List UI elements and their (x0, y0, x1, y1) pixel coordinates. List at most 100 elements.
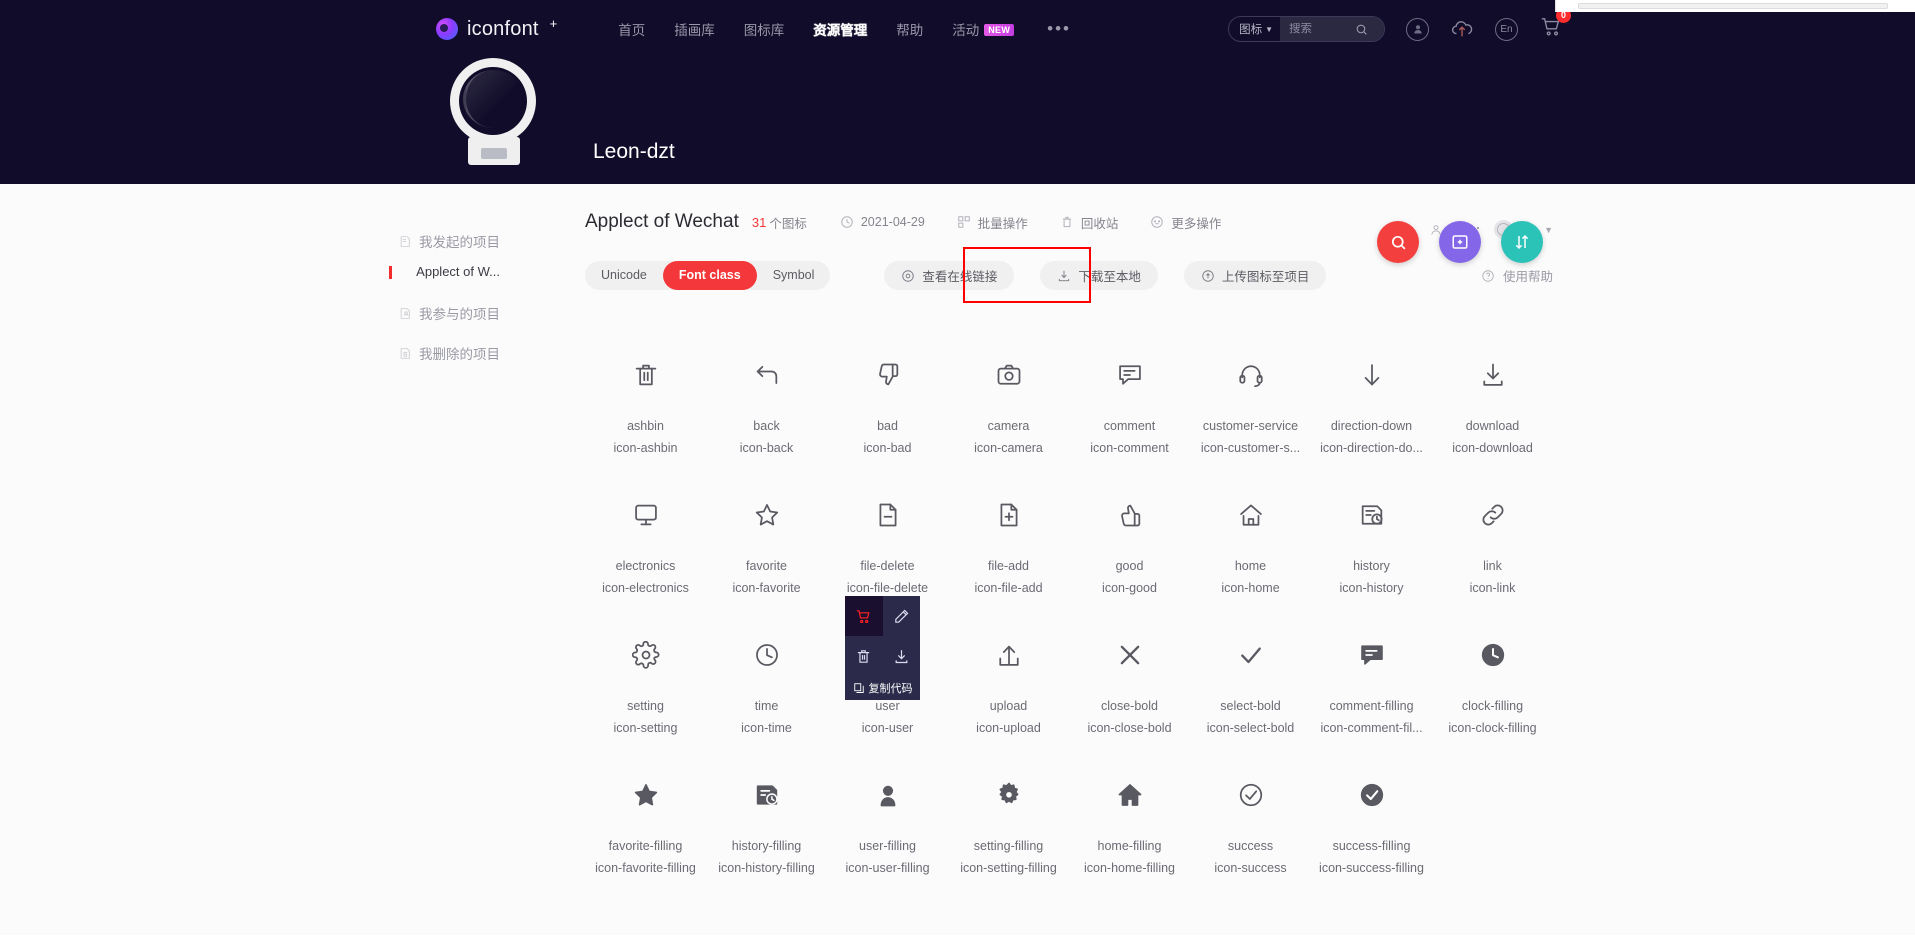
sidebar-item-my-deleted-projects[interactable]: 我删除的项目 (0, 338, 500, 368)
sort-fab-button[interactable] (1501, 221, 1543, 263)
icon-card[interactable]: setting-filling icon-setting-filling (948, 748, 1069, 888)
more-operations-label: 更多操作 (1171, 216, 1222, 231)
icon-card[interactable]: success icon-success (1190, 748, 1311, 888)
upload-icons-to-project-label: 上传图标至项目 (1221, 270, 1310, 284)
search-fab-button[interactable] (1377, 221, 1419, 263)
usage-help-button[interactable]: 使用帮助 (1481, 266, 1553, 285)
icon-card[interactable]: file-add icon-file-add (948, 468, 1069, 608)
icon-name: upload (989, 699, 1028, 713)
icon-class-name: icon-direction-do... (1320, 441, 1423, 455)
copy-code-button[interactable]: 复制代码 (845, 676, 920, 700)
sidebar-label-my-deleted-projects: 我删除的项目 (419, 347, 500, 362)
brand-logo-link[interactable]: iconfont + (436, 16, 557, 41)
icon-card[interactable]: home-filling icon-home-filling (1069, 748, 1190, 888)
recycle-bin-button[interactable]: 回收站 (1060, 213, 1118, 232)
segment-unicode[interactable]: Unicode (585, 261, 663, 290)
download-icon-button[interactable] (883, 636, 921, 676)
icon-class-name: icon-setting (613, 721, 678, 735)
search-input[interactable] (1289, 23, 1349, 35)
icon-card[interactable]: select-bold icon-select-bold (1190, 608, 1311, 748)
close-icon (1116, 632, 1144, 678)
icon-card[interactable]: home icon-home (1190, 468, 1311, 608)
language-switch-icon[interactable]: En (1495, 17, 1518, 41)
batch-operation-button[interactable]: 批量操作 (957, 213, 1028, 232)
cart-button[interactable]: 0 (1539, 7, 1571, 43)
sidebar-group-joined: 我参与的项目 (0, 298, 585, 328)
icon-card[interactable]: favorite-filling icon-favorite-filling (585, 748, 706, 888)
icon-card[interactable]: back icon-back (706, 328, 827, 468)
segment-font-class[interactable]: Font class (662, 261, 757, 290)
delete-icon-button[interactable] (845, 636, 883, 676)
search-icon[interactable] (1355, 23, 1368, 36)
icon-card[interactable]: link icon-link (1432, 468, 1553, 608)
more-operations-button[interactable]: 更多操作 (1150, 213, 1221, 232)
icon-card[interactable]: download icon-download (1432, 328, 1553, 468)
sidebar-item-my-created-projects[interactable]: 我发起的项目 (0, 226, 500, 256)
icon-card[interactable]: comment-filling icon-comment-fil... (1311, 608, 1432, 748)
icon-name: bad (877, 419, 898, 433)
icon-name: user-filling (859, 839, 916, 853)
user-avatar-icon[interactable] (1406, 17, 1429, 41)
download-to-local-button[interactable]: 下载至本地 (1040, 261, 1158, 290)
icon-card[interactable]: clock-filling icon-clock-filling (1432, 608, 1553, 748)
ashbin-icon (632, 352, 660, 398)
thumb-up-icon (1116, 492, 1144, 538)
icon-class-name: icon-close-bold (1087, 721, 1172, 735)
upload-cloud-icon[interactable] (1450, 18, 1474, 40)
icon-card[interactable]: camera icon-camera (948, 328, 1069, 468)
icon-card[interactable]: time icon-time (706, 608, 827, 748)
batch-icon (958, 216, 970, 228)
icon-card[interactable]: file-delete icon-file-delete (827, 468, 948, 608)
nav-link-home[interactable]: 首页 (618, 19, 645, 39)
search-category-label: 图标 (1239, 24, 1263, 36)
sidebar-item-applect-of-wechat[interactable]: Applect of W... (0, 256, 500, 288)
comment-icon (1116, 352, 1144, 398)
icon-card[interactable]: good icon-good (1069, 468, 1190, 608)
icon-card[interactable]: user icon-user 复制代码 (827, 596, 948, 748)
icon-card[interactable]: user-filling icon-user-filling (827, 748, 948, 888)
star-filled-icon (632, 772, 660, 818)
icon-card[interactable]: customer-service icon-customer-s... (1190, 328, 1311, 468)
nav-more-icon[interactable]: ••• (1047, 19, 1071, 39)
icon-name: time (754, 699, 779, 713)
search-category-select[interactable]: 图标 ▼ (1229, 17, 1280, 41)
project-icon-count-unit: 个图标 (769, 216, 807, 231)
icon-card[interactable]: bad icon-bad (827, 328, 948, 468)
icon-card[interactable]: ashbin icon-ashbin (585, 328, 706, 468)
icon-card[interactable]: history icon-history (1311, 468, 1432, 608)
project-date: 2021-04-29 (840, 215, 925, 229)
gear-filled-icon (995, 772, 1023, 818)
icon-name: select-bold (1220, 699, 1281, 713)
icon-card[interactable]: favorite icon-favorite (706, 468, 827, 608)
nav-link-help[interactable]: 帮助 (896, 19, 923, 39)
segment-symbol[interactable]: Symbol (757, 261, 831, 290)
view-online-link-button[interactable]: 查看在线链接 (884, 261, 1015, 290)
icon-card[interactable]: direction-down icon-direction-do... (1311, 328, 1432, 468)
add-project-fab-button[interactable] (1439, 221, 1481, 263)
icon-name: history (1353, 559, 1390, 573)
question-icon (1482, 269, 1494, 282)
chevron-down-icon[interactable]: ▼ (1544, 225, 1553, 235)
icon-card[interactable]: setting icon-setting (585, 608, 706, 748)
icon-card[interactable]: close-bold icon-close-bold (1069, 608, 1190, 748)
icon-card[interactable]: comment icon-comment (1069, 328, 1190, 468)
icon-class-name: icon-success-filling (1319, 861, 1424, 875)
icon-name: file-delete (860, 559, 915, 573)
avatar[interactable] (437, 53, 549, 165)
add-to-cart-button[interactable] (845, 596, 883, 636)
upload-icons-to-project-button[interactable]: 上传图标至项目 (1183, 261, 1327, 290)
nav-link-resource-management[interactable]: 资源管理 (813, 19, 867, 39)
icon-card[interactable]: electronics icon-electronics (585, 468, 706, 608)
sidebar-item-my-joined-projects[interactable]: 我参与的项目 (0, 298, 500, 328)
nav-link-activity[interactable]: 活动 NEW (952, 19, 1015, 39)
global-search[interactable]: 图标 ▼ (1228, 16, 1385, 42)
icon-name: direction-down (1330, 419, 1413, 433)
nav-link-icon-library[interactable]: 图标库 (744, 19, 785, 39)
icon-card[interactable]: history-filling icon-history-filling (706, 748, 827, 888)
nav-link-illustration[interactable]: 插画库 (674, 19, 715, 39)
icon-card[interactable]: success-filling icon-success-filling (1311, 748, 1432, 888)
link-icon (1479, 492, 1507, 538)
edit-icon-button[interactable] (883, 596, 921, 636)
icon-card[interactable]: upload icon-upload (948, 608, 1069, 748)
icon-class-name: icon-home (1221, 581, 1280, 595)
